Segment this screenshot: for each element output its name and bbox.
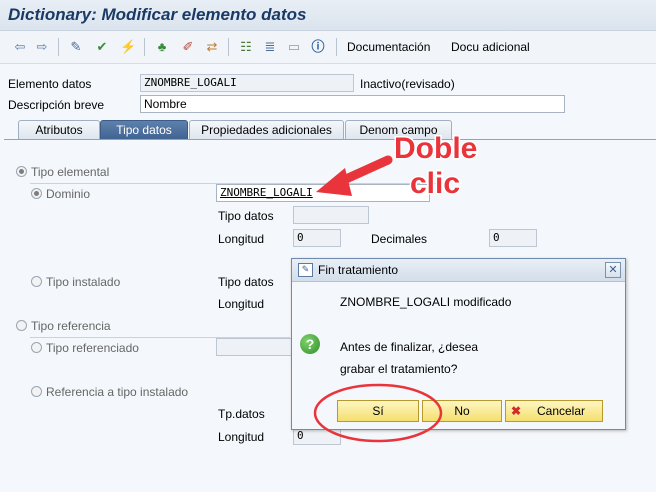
decimales-label: Decimales: [371, 232, 428, 246]
toolbar-separator: [336, 38, 337, 56]
edit-icon: ✎: [298, 263, 313, 277]
longitud-2-label: Longitud: [218, 297, 265, 311]
check-icon[interactable]: ✔: [94, 39, 110, 55]
application-toolbar: ⇦ ⇨ ✎ ✔ ⚡ ♣ ✐ ⇄ ☷ ≣ ▭ ⓘ Documentación Do…: [0, 31, 656, 64]
tab-atributos[interactable]: Atributos: [18, 120, 100, 140]
tipo-referencia-label: Tipo referencia: [31, 319, 111, 333]
dialog-title-bar: ✎ Fin tratamiento ✕: [292, 259, 625, 282]
tipo-datos-label: Tipo datos: [218, 209, 274, 223]
layout-icon[interactable]: ▭: [286, 39, 302, 55]
question-icon: ?: [300, 334, 320, 354]
status-text: Inactivo(revisado): [360, 77, 455, 91]
documentacion-button[interactable]: Documentación: [347, 40, 430, 54]
dominio-input[interactable]: ZNOMBRE_LOGALI: [216, 184, 430, 202]
forward-arrow-icon[interactable]: ⇨: [34, 39, 50, 55]
tab-propiedades-adicionales[interactable]: Propiedades adicionales: [189, 120, 344, 140]
no-button[interactable]: No: [422, 400, 502, 422]
title-bar: Dictionary: Modificar elemento datos: [0, 0, 656, 31]
referencia-tipo-instalado-radio[interactable]: [31, 386, 42, 397]
cancelar-label: Cancelar: [536, 404, 586, 418]
tipo-elemental-label: Tipo elemental: [31, 165, 110, 179]
elemento-datos-field: ZNOMBRE_LOGALI: [140, 74, 354, 92]
tipo-referenciado-field: [216, 338, 292, 356]
dialog-title: Fin tratamiento: [318, 263, 399, 277]
activate-icon[interactable]: ⚡: [120, 39, 136, 55]
tab-tipo-datos[interactable]: Tipo datos: [100, 120, 188, 140]
longitud-label: Longitud: [218, 232, 265, 246]
tipo-referencia-radio[interactable]: [16, 320, 27, 331]
tipo-referenciado-label: Tipo referenciado: [46, 341, 139, 355]
longitud-field: 0: [293, 229, 341, 247]
cancelar-button[interactable]: ✖ Cancelar: [505, 400, 603, 422]
navigation-icon[interactable]: ≣: [262, 39, 278, 55]
tp-datos-label: Tp.datos: [218, 407, 265, 421]
elemento-datos-label: Elemento datos: [8, 77, 92, 91]
dominio-radio[interactable]: [31, 188, 42, 199]
toolbar-separator: [144, 38, 145, 56]
display-change-icon[interactable]: ✎: [68, 39, 84, 55]
si-button[interactable]: Sí: [337, 400, 419, 422]
decimales-field: 0: [489, 229, 537, 247]
close-icon[interactable]: ✕: [605, 262, 621, 278]
longitud-3-label: Longitud: [218, 430, 265, 444]
tipo-instalado-radio[interactable]: [31, 276, 42, 287]
dominio-value: ZNOMBRE_LOGALI: [220, 186, 313, 199]
fin-tratamiento-dialog: ✎ Fin tratamiento ✕ ZNOMBRE_LOGALI modif…: [291, 258, 626, 430]
tipo-elemental-radio[interactable]: [16, 166, 27, 177]
descripcion-breve-input[interactable]: Nombre: [140, 95, 565, 113]
tab-denom-campo[interactable]: Denom campo: [345, 120, 452, 140]
transport-icon[interactable]: ⇄: [204, 39, 220, 55]
toolbar-separator: [228, 38, 229, 56]
back-arrow-icon[interactable]: ⇦: [12, 39, 28, 55]
where-used-icon[interactable]: ✐: [180, 39, 196, 55]
dialog-question-line1: Antes de finalizar, ¿desea: [340, 340, 479, 354]
tipo-instalado-label: Tipo instalado: [46, 275, 121, 289]
referencia-tipo-instalado-label: Referencia a tipo instalado: [46, 385, 189, 399]
window-title: Dictionary: Modificar elemento datos: [8, 5, 307, 24]
object-list-icon[interactable]: ☷: [238, 39, 254, 55]
tipo-referenciado-radio[interactable]: [31, 342, 42, 353]
dialog-question-line2: grabar el tratamiento?: [340, 362, 458, 376]
tipo-datos-2-label: Tipo datos: [218, 275, 274, 289]
dominio-label: Dominio: [46, 187, 91, 201]
info-icon[interactable]: ⓘ: [310, 39, 326, 55]
descripcion-breve-label: Descripción breve: [8, 98, 105, 112]
cancel-x-icon: ✖: [511, 404, 522, 418]
toolbar-separator: [58, 38, 59, 56]
docu-adicional-button[interactable]: Docu adicional: [451, 40, 530, 54]
tipo-datos-field: [293, 206, 369, 224]
dialog-modified-text: ZNOMBRE_LOGALI modificado: [340, 295, 512, 309]
hierarchy-icon[interactable]: ♣: [154, 39, 170, 55]
